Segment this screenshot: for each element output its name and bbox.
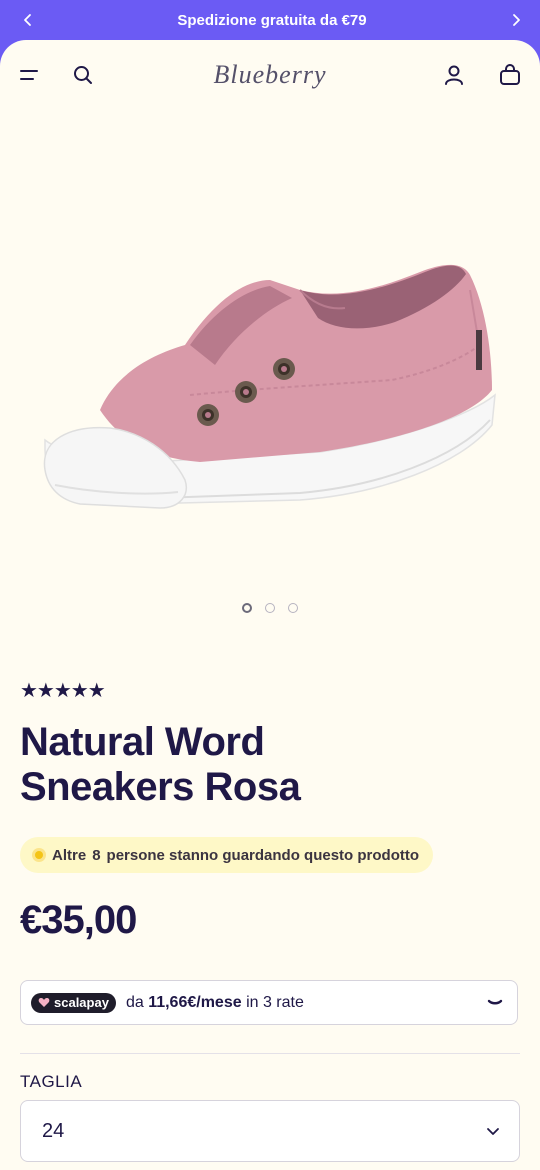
site-header: Blueberry xyxy=(0,40,540,116)
section-divider xyxy=(20,1053,520,1054)
scalapay-logo: scalapay xyxy=(31,992,116,1013)
gallery-dot-3[interactable] xyxy=(288,603,298,613)
heart-icon xyxy=(38,998,50,1007)
scalapay-badge-text: scalapay xyxy=(54,995,109,1010)
account-icon[interactable] xyxy=(441,62,467,88)
chevron-left-icon[interactable] xyxy=(18,10,38,30)
site-logo[interactable]: Blueberry xyxy=(170,60,370,90)
scalapay-prefix: da xyxy=(125,993,144,1011)
rating-stars[interactable]: ★★★★★ xyxy=(20,678,106,703)
gallery-pagination xyxy=(0,603,540,613)
product-title-line-1: Natural Word xyxy=(20,720,265,764)
chevron-down-icon[interactable] xyxy=(485,993,505,1013)
announcement-bar: Spedizione gratuita da €79 xyxy=(0,0,540,40)
product-price: €35,00 xyxy=(20,898,137,942)
page-content: Blueberry ★★★★★ Natural Word Sneakers Ro… xyxy=(0,40,540,1170)
scalapay-suffix: in 3 rate xyxy=(246,993,304,1011)
scalapay-installments[interactable]: scalapay da 11,66€/mese in 3 rate xyxy=(20,980,518,1025)
scalapay-text: da 11,66€/mese in 3 rate xyxy=(126,994,304,1012)
viewers-badge: Altre 8 persone stanno guardando questo … xyxy=(20,837,434,873)
size-label: TAGLIA xyxy=(20,1072,83,1091)
product-title: Natural Word Sneakers Rosa xyxy=(20,720,500,810)
product-image[interactable] xyxy=(0,140,540,600)
announcement-text: Spedizione gratuita da €79 xyxy=(177,11,367,29)
menu-icon[interactable] xyxy=(16,62,42,88)
chevron-down-icon xyxy=(483,1121,503,1141)
viewers-count: 8 xyxy=(92,846,101,864)
chevron-right-icon[interactable] xyxy=(506,10,526,30)
scalapay-amount: 11,66€/mese xyxy=(148,993,242,1011)
live-dot-icon xyxy=(32,848,46,862)
cart-bag-icon[interactable] xyxy=(497,62,523,88)
gallery-dot-1[interactable] xyxy=(242,603,252,613)
size-selected-value: 24 xyxy=(42,1119,65,1142)
product-title-line-2: Sneakers Rosa xyxy=(20,765,301,809)
size-select[interactable]: 24 xyxy=(20,1100,520,1162)
viewers-suffix: persone stanno guardando questo prodotto xyxy=(106,846,420,864)
viewers-prefix: Altre xyxy=(52,846,87,864)
search-icon[interactable] xyxy=(70,62,96,88)
gallery-dot-2[interactable] xyxy=(265,603,275,613)
